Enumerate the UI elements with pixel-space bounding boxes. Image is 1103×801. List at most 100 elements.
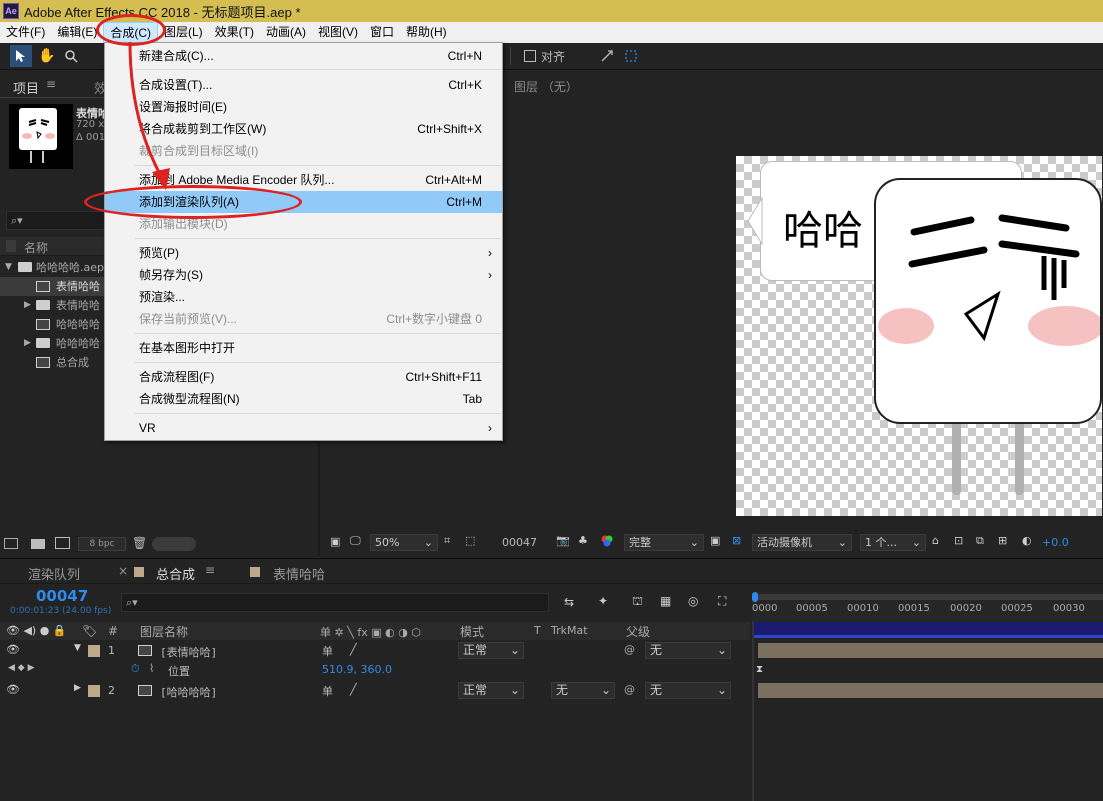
menu-item-pre-render[interactable]: 预渲染... <box>105 286 502 308</box>
tab-face-comp[interactable]: 表情哈哈 <box>273 564 325 583</box>
layer-row[interactable]: 👁 ▶ 2 [哈哈哈哈] 单 ╱ 正常 ⌄ 无 ⌄ @ 无 ⌄ <box>0 681 750 701</box>
menu-item-comp-flowchart[interactable]: 合成流程图(F) Ctrl+Shift+F11 <box>105 366 502 388</box>
twirl-right-icon[interactable]: ▶ <box>74 683 81 693</box>
project-scroll-slider[interactable] <box>152 537 196 551</box>
pickwhip-icon[interactable]: @ <box>624 683 635 696</box>
blend-mode-dropdown[interactable]: 正常 ⌄ <box>458 682 524 699</box>
draft-3d-icon[interactable]: ✦ <box>598 594 608 608</box>
menu-item-save-frame-as[interactable]: 帧另存为(S) › <box>105 264 502 286</box>
frame-blending-icon[interactable]: ▦ <box>660 594 671 608</box>
blend-mode-dropdown[interactable]: 正常 ⌄ <box>458 642 524 659</box>
region-of-interest-icon[interactable]: ⬚ <box>465 534 475 547</box>
fast-preview-icon[interactable]: ▣ <box>710 534 720 547</box>
layer-name-header[interactable]: 图层名称 <box>140 623 188 640</box>
menu-help[interactable]: 帮助(H) <box>400 22 453 43</box>
label-color-swatch[interactable] <box>88 645 100 657</box>
fit-icon[interactable]: ⌗ <box>444 534 450 548</box>
new-composition-icon[interactable] <box>55 537 70 549</box>
resolution-dropdown[interactable]: 完整 ⌄ <box>624 534 704 551</box>
project-tab[interactable]: 项目 <box>13 78 39 97</box>
current-time-indicator-band[interactable] <box>752 622 1103 638</box>
channel-icon[interactable] <box>600 534 614 551</box>
menu-animation[interactable]: 动画(A) <box>260 22 312 43</box>
work-area-start-handle[interactable] <box>752 592 758 602</box>
transparency-grid-icon[interactable]: ⊠ <box>732 534 741 547</box>
project-item[interactable]: 表情哈哈 <box>0 277 104 296</box>
composition-canvas[interactable]: 哈哈 <box>736 156 1103 516</box>
flowchart-icon[interactable]: ⧉ <box>976 534 984 548</box>
graph-icon[interactable]: ⌇ <box>149 662 154 675</box>
menu-effect[interactable]: 效果(T) <box>209 22 260 43</box>
menu-window[interactable]: 窗口 <box>364 22 400 43</box>
twirl-down-icon[interactable]: ▼ <box>74 643 81 653</box>
shy-layers-icon[interactable]: ⛫ <box>632 594 643 610</box>
property-row[interactable]: ◀ ◆ ▶ ⏱ ⌇ 位置 510.9, 360.0 <box>0 661 750 680</box>
stopwatch-icon[interactable]: ⏱ <box>131 662 140 676</box>
timeline-icon[interactable]: ⊞ <box>998 534 1007 547</box>
parent-dropdown[interactable]: 无 ⌄ <box>645 642 731 659</box>
exposure-value[interactable]: +0.0 <box>1042 536 1069 549</box>
snap-options-icon[interactable] <box>596 45 618 67</box>
time-ruler[interactable]: 0000 00005 00010 00015 00020 00025 00030 <box>752 592 1103 622</box>
close-icon[interactable]: × <box>118 564 128 578</box>
layer-row[interactable]: 👁 ▼ 1 [表情哈哈] 单 ╱ 正常 ⌄ @ 无 ⌄ <box>0 641 750 661</box>
render-options-icon[interactable]: ⊡ <box>954 534 963 547</box>
name-column-header[interactable]: 名称 <box>24 239 48 256</box>
monitor-icon[interactable]: 🖵 <box>350 534 361 548</box>
zoom-dropdown[interactable]: 50% ⌄ <box>370 534 438 551</box>
keyframe-marker-icon[interactable]: ⧗ <box>756 664 763 675</box>
interpret-footage-icon[interactable] <box>4 538 18 549</box>
show-snapshot-icon[interactable]: ♣ <box>578 534 588 547</box>
new-folder-icon[interactable] <box>31 539 45 549</box>
layer-name[interactable]: [表情哈哈] <box>160 644 217 660</box>
keyframe-navigator-icon[interactable]: ◀ ◆ ▶ <box>8 663 35 673</box>
snap-grid-icon[interactable] <box>620 45 642 67</box>
hand-tool-icon[interactable]: ✋ <box>36 45 58 67</box>
project-item[interactable]: ▶ 表情哈哈 <box>0 296 104 315</box>
always-preview-icon[interactable]: ▣ <box>330 535 340 548</box>
menu-item-vr[interactable]: VR › <box>105 417 502 439</box>
views-dropdown[interactable]: 1 个... ⌄ <box>860 534 926 551</box>
camera-dropdown[interactable]: 活动摄像机 ⌄ <box>752 534 852 551</box>
graph-editor-icon[interactable]: ⛶ <box>718 594 726 609</box>
expand-arrow-icon[interactable]: ▶ <box>24 334 31 353</box>
menu-item-open-in-essential-graphics[interactable]: 在基本图形中打开 <box>105 337 502 359</box>
layer-duration-bar[interactable] <box>758 643 1103 658</box>
project-item[interactable]: ▶ 哈哈哈哈 <box>0 334 104 353</box>
work-area-bar[interactable] <box>752 594 1103 600</box>
menu-file[interactable]: 文件(F) <box>0 22 51 43</box>
trkmat-dropdown[interactable]: 无 ⌄ <box>551 682 615 699</box>
collapse-switch[interactable]: 单 <box>322 643 333 659</box>
quality-switch-icon[interactable]: ╱ <box>350 683 357 696</box>
layer-name[interactable]: [哈哈哈哈] <box>160 684 217 700</box>
project-item[interactable]: ▼ 哈哈哈哈.aep <box>0 258 104 277</box>
expand-arrow-icon[interactable]: ▼ <box>5 258 12 277</box>
collapse-switch[interactable]: 单 <box>322 683 333 699</box>
label-color-swatch[interactable] <box>88 685 100 697</box>
selection-tool-icon[interactable] <box>10 45 32 67</box>
visibility-eye-icon[interactable]: 👁 <box>6 683 20 696</box>
menu-view[interactable]: 视图(V) <box>312 22 364 43</box>
parent-dropdown[interactable]: 无 ⌄ <box>645 682 731 699</box>
tab-main-comp[interactable]: 总合成 <box>156 564 195 583</box>
toggle-pixel-aspect-icon[interactable]: ⌂ <box>932 534 939 547</box>
menu-item-preview[interactable]: 预览(P) › <box>105 242 502 264</box>
project-item[interactable]: 哈哈哈哈 <box>0 315 104 334</box>
zoom-tool-icon[interactable] <box>60 45 82 67</box>
pickwhip-icon[interactable]: @ <box>624 643 635 656</box>
quality-switch-icon[interactable]: ╱ <box>350 643 357 656</box>
position-value[interactable]: 510.9, 360.0 <box>322 663 392 676</box>
expand-arrow-icon[interactable]: ▶ <box>24 296 31 315</box>
bpc-toggle[interactable]: 8 bpc <box>78 537 126 551</box>
tab-render-queue[interactable]: 渲染队列 <box>28 564 80 583</box>
layer-duration-bar[interactable] <box>758 683 1103 698</box>
reset-exposure-icon[interactable]: ◐ <box>1022 534 1032 547</box>
current-time-display[interactable]: 00047 <box>36 587 88 605</box>
timeline-search-input[interactable]: ⌕▾ <box>121 593 549 612</box>
project-tab-menu-icon[interactable]: ≡ <box>46 77 56 91</box>
motion-blur-icon[interactable]: ◎ <box>688 594 698 608</box>
tab-menu-icon[interactable]: ≡ <box>205 563 215 577</box>
menu-item-mini-flowchart[interactable]: 合成微型流程图(N) Tab <box>105 388 502 410</box>
viewer-timecode[interactable]: 00047 <box>502 536 537 549</box>
snap-checkbox[interactable] <box>524 50 536 62</box>
